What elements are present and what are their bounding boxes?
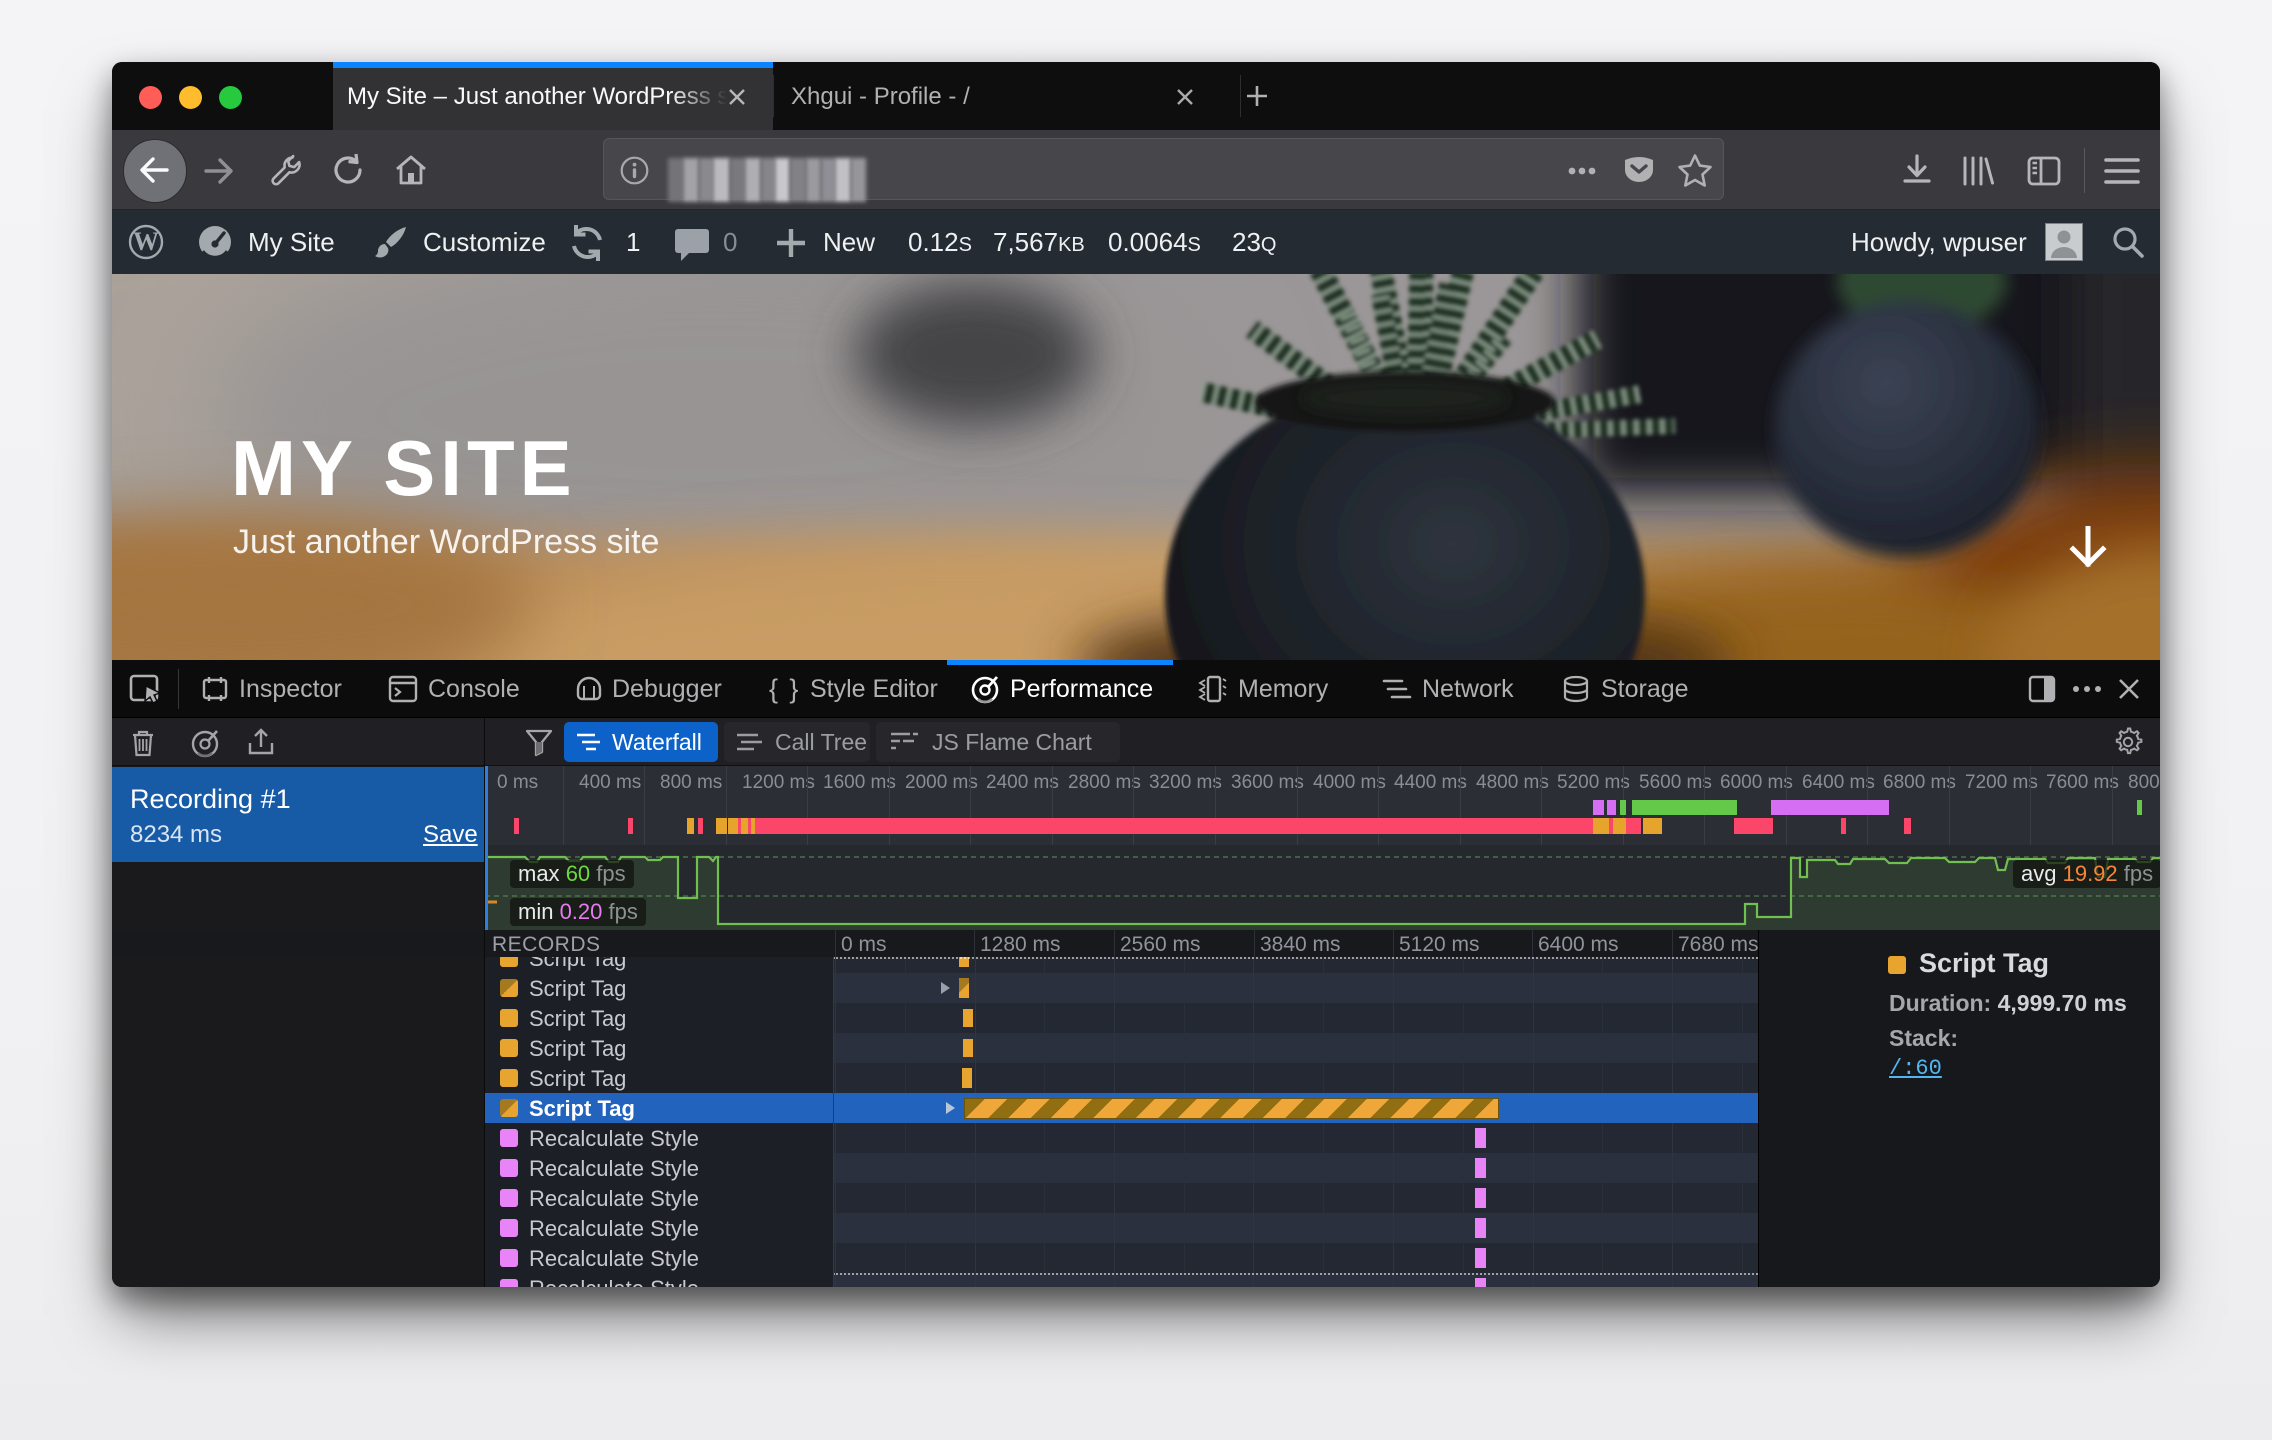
svg-text:W: W	[133, 227, 159, 256]
